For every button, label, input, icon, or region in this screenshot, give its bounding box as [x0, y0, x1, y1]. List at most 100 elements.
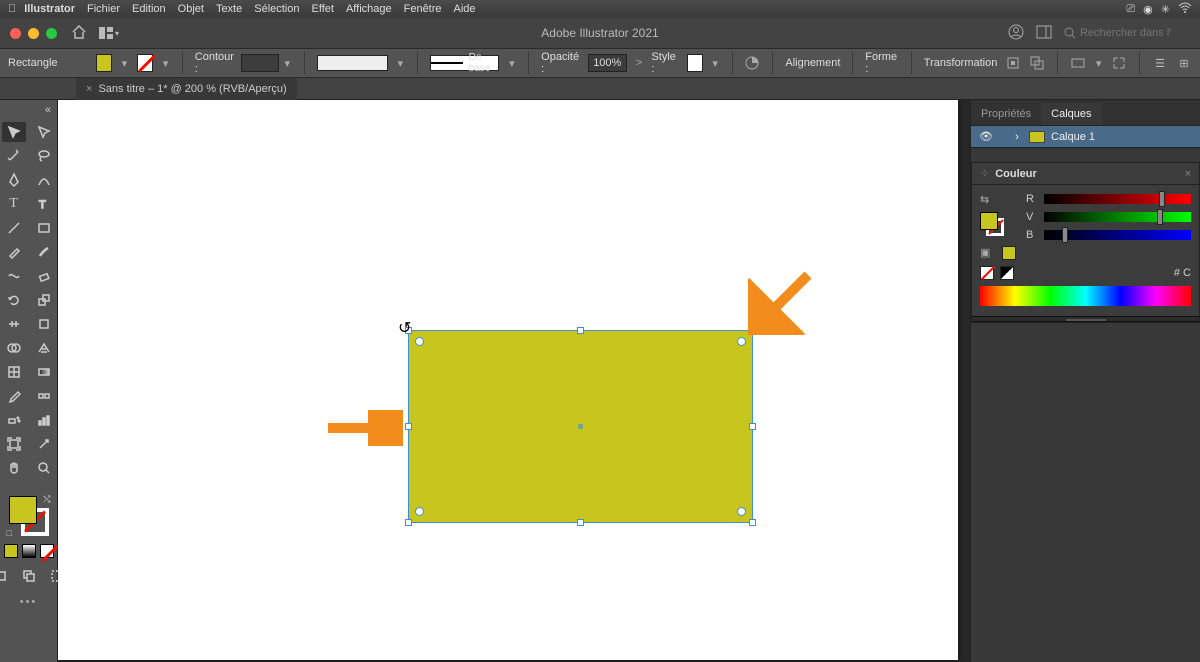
hand-tool[interactable] [2, 458, 26, 478]
free-transform-tool[interactable] [32, 314, 56, 334]
fill-dropdown[interactable]: ▾ [120, 57, 129, 70]
slice-tool[interactable] [32, 434, 56, 454]
tab-properties[interactable]: Propriétés [971, 103, 1041, 125]
layer-expand-icon[interactable]: › [1011, 131, 1023, 143]
brush-dropdown[interactable]: ▾ [507, 57, 516, 70]
arrange-panels-icon[interactable] [1036, 25, 1052, 42]
shape-builder-tool[interactable] [2, 338, 26, 358]
align-label[interactable]: Alignement [785, 57, 840, 69]
layer-visibility-icon[interactable]: 👁 [979, 130, 993, 143]
search-input[interactable] [1080, 27, 1190, 39]
curvature-tool[interactable] [32, 170, 56, 190]
menu-file[interactable]: Fichier [87, 3, 120, 15]
close-tab-icon[interactable]: × [86, 83, 92, 95]
shaper-tool[interactable] [2, 266, 26, 286]
stroke-label[interactable]: Contour : [195, 51, 237, 75]
stroke-dropdown[interactable]: ▾ [161, 57, 170, 70]
isolate-icon[interactable] [1005, 55, 1021, 71]
artboard-tool[interactable] [2, 434, 26, 454]
b-slider[interactable] [1044, 230, 1191, 240]
rectangle-tool[interactable] [32, 218, 56, 238]
rectangle-object[interactable] [408, 330, 753, 523]
fill-swatch[interactable] [96, 54, 112, 72]
align-to-dropdown[interactable]: ▾ [1094, 57, 1103, 70]
color-spectrum[interactable] [980, 286, 1191, 306]
tray-icon-loading[interactable]: ✳ [1161, 3, 1170, 16]
menu-edit[interactable]: Edition [132, 3, 166, 15]
none-color-swatch[interactable] [980, 266, 994, 280]
edit-toolbar-icon[interactable]: ••• [20, 596, 38, 608]
search-box[interactable] [1064, 27, 1190, 39]
menu-object[interactable]: Objet [178, 3, 204, 15]
fill-indicator[interactable] [9, 496, 37, 524]
arrange-documents-button[interactable]: ▾ [99, 27, 119, 39]
home-button[interactable] [71, 25, 87, 42]
graphic-style-swatch[interactable] [687, 54, 703, 72]
touch-type-tool[interactable]: T [32, 194, 56, 214]
blob-brush-tool[interactable] [32, 242, 56, 262]
default-fill-stroke-icon[interactable]: □ [7, 528, 12, 538]
perspective-grid-tool[interactable] [32, 338, 56, 358]
tab-layers[interactable]: Calques [1041, 103, 1101, 125]
style-label[interactable]: Style : [651, 51, 678, 75]
link-fill-stroke-icon[interactable]: ⇆ [980, 193, 1016, 206]
toolbox-collapse-icon[interactable]: « [0, 104, 57, 120]
rotate-tool[interactable] [2, 290, 26, 310]
draw-behind-icon[interactable] [17, 566, 41, 586]
color-fill-stroke-preview[interactable] [980, 212, 1004, 236]
user-account-icon[interactable] [1008, 24, 1024, 43]
transform-each-icon[interactable] [1111, 55, 1127, 71]
menu-effect[interactable]: Effet [312, 3, 334, 15]
recolor-artwork-icon[interactable] [744, 55, 760, 71]
opacity-value[interactable]: 100% [588, 54, 626, 72]
tray-icon-2[interactable]: ◉ [1143, 3, 1153, 16]
menu-window[interactable]: Fenêtre [404, 3, 442, 15]
menu-view[interactable]: Affichage [346, 3, 392, 15]
layer-row[interactable]: 👁 › Calque 1 [971, 126, 1200, 148]
v-slider[interactable] [1044, 212, 1191, 222]
vwp-dropdown[interactable]: ▾ [396, 57, 405, 70]
edit-clip-icon[interactable] [1029, 55, 1045, 71]
opacity-label[interactable]: Opacité : [541, 51, 580, 75]
opacity-dropdown[interactable]: > [635, 57, 644, 69]
layer-name[interactable]: Calque 1 [1051, 131, 1095, 143]
swap-fill-stroke-icon[interactable]: ⤭ [43, 494, 50, 505]
direct-selection-tool[interactable] [32, 122, 56, 142]
width-tool[interactable] [2, 314, 26, 334]
color-mode-button[interactable] [4, 544, 18, 558]
close-window[interactable] [10, 28, 21, 39]
type-tool[interactable]: T [2, 194, 26, 214]
brush-definition[interactable]: De base [430, 55, 500, 71]
bw-swatch[interactable] [1000, 266, 1014, 280]
draw-normal-icon[interactable] [0, 566, 13, 586]
selection-tool[interactable] [2, 122, 26, 142]
mesh-tool[interactable] [2, 362, 26, 382]
color-model-swatch[interactable] [1002, 246, 1016, 260]
line-tool[interactable] [2, 218, 26, 238]
gradient-tool[interactable] [32, 362, 56, 382]
wifi-icon[interactable] [1178, 2, 1192, 17]
stroke-weight-dropdown[interactable]: ▾ [283, 57, 292, 70]
none-mode-button[interactable] [40, 544, 54, 558]
apple-icon[interactable]:  [8, 3, 16, 15]
artboard-area[interactable]: ↺ [58, 100, 970, 662]
panel-resize-grip[interactable] [972, 316, 1199, 322]
zoom-tool[interactable] [32, 458, 56, 478]
r-slider[interactable] [1044, 194, 1191, 204]
close-color-panel-icon[interactable]: × [1185, 168, 1191, 180]
menu-help[interactable]: Aide [454, 3, 476, 15]
scale-tool[interactable] [32, 290, 56, 310]
paintbrush-tool[interactable] [2, 242, 26, 262]
gradient-mode-button[interactable] [22, 544, 36, 558]
magic-wand-tool[interactable] [2, 146, 26, 166]
stroke-weight-input[interactable] [241, 54, 279, 72]
menu-selection[interactable]: Sélection [254, 3, 299, 15]
fill-stroke-indicator[interactable]: ⤭ □ [7, 494, 51, 538]
minimize-window[interactable] [28, 28, 39, 39]
stroke-swatch-none[interactable] [137, 54, 153, 72]
hex-label[interactable]: # C [1174, 267, 1191, 279]
blend-tool[interactable] [32, 386, 56, 406]
tray-icon-1[interactable]: ⎚ [1126, 3, 1135, 16]
cube-3d-icon[interactable]: ▣ [980, 246, 994, 260]
prefs-icon-2[interactable]: ⊞ [1176, 55, 1192, 71]
